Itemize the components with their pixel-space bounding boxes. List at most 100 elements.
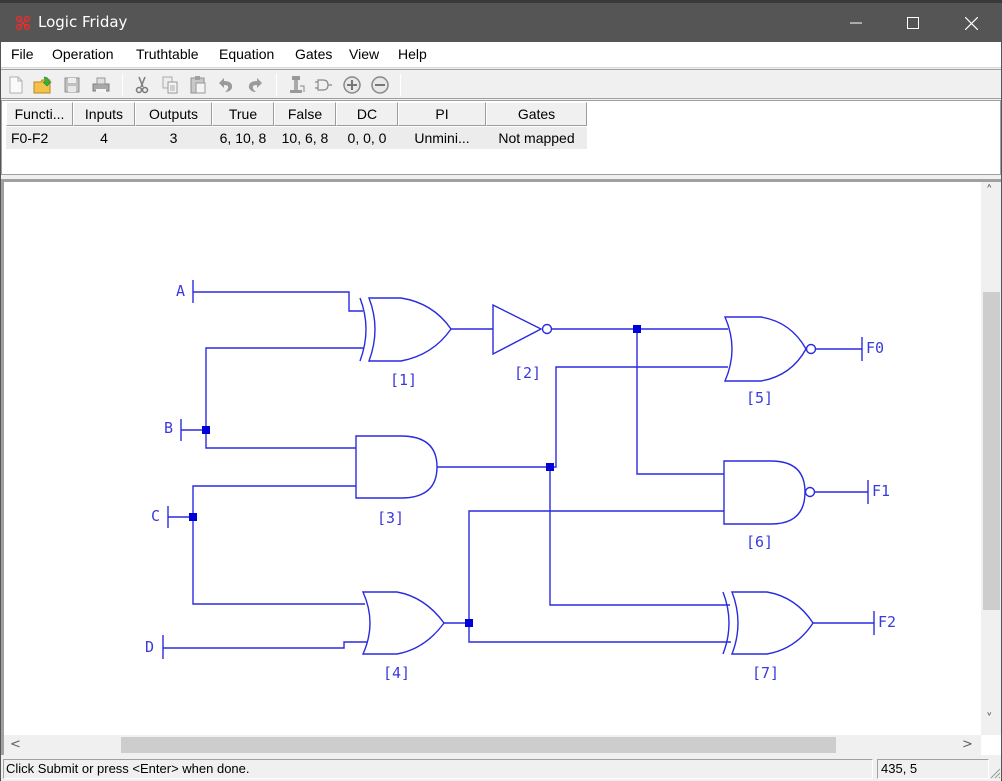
scroll-right-arrow-icon[interactable]: > [962, 737, 973, 752]
gate-7-xor[interactable] [730, 591, 814, 655]
gate-4-or[interactable] [361, 591, 445, 655]
gate-3-and[interactable] [355, 435, 438, 499]
gate-label-6: [6] [746, 533, 773, 551]
cell-dc: 0, 0, 0 [336, 127, 398, 149]
wire-g3-to-gate7 [549, 467, 730, 606]
cell-false: 10, 6, 8 [274, 127, 336, 149]
menu-file[interactable]: File [11, 46, 34, 62]
circuit-canvas[interactable]: A B C D F0 F1 F2 [1] [2] [3] [4] [5] [6]… [1, 179, 1001, 755]
column-header-function[interactable]: Functi... [6, 102, 73, 126]
redo-icon[interactable] [244, 74, 266, 96]
wire-d [163, 641, 367, 649]
gate-7-xor-arc [722, 591, 730, 655]
column-header-false[interactable]: False [274, 102, 336, 126]
undo-icon[interactable] [215, 74, 237, 96]
window-title: Logic Friday [38, 13, 128, 31]
cell-outputs: 3 [135, 127, 212, 149]
wire-g2-to-gate6 [636, 329, 724, 475]
output-label-f0: F0 [866, 339, 884, 357]
toolbar [1, 69, 1001, 99]
logic-friday-app-icon [15, 15, 31, 31]
junction-b [202, 426, 210, 434]
junction-g4 [465, 619, 473, 627]
input-label-c: C [151, 507, 160, 525]
minimize-icon [850, 22, 862, 24]
gate-2-bubble [541, 323, 553, 335]
gate-label-1: [1] [390, 371, 417, 389]
gate-label-7: [7] [752, 664, 779, 682]
input-label-b: B [164, 419, 173, 437]
cell-function: F0-F2 [6, 127, 73, 149]
input-label-d: D [145, 638, 154, 656]
vertical-scroll-thumb[interactable] [983, 292, 1000, 610]
gate-6-nand[interactable] [723, 460, 806, 525]
horizontal-scroll-thumb[interactable] [121, 737, 836, 753]
functions-table: Functi... Inputs Outputs True False DC P… [1, 100, 1001, 175]
paste-icon[interactable] [187, 74, 209, 96]
menu-equation[interactable]: Equation [219, 46, 274, 62]
maximize-button[interactable] [884, 4, 942, 42]
input-label-a: A [176, 282, 185, 300]
menu-operation[interactable]: Operation [52, 46, 113, 62]
close-icon [964, 16, 978, 30]
gate-6-bubble [804, 486, 816, 498]
app-window: Logic Friday File Operation Truthtable E… [0, 3, 1002, 781]
cell-true: 6, 10, 8 [212, 127, 274, 149]
print-icon[interactable] [90, 74, 112, 96]
menu-gates[interactable]: Gates [295, 46, 332, 62]
gate-label-2: [2] [514, 364, 541, 382]
resize-grip-icon[interactable] [989, 767, 1001, 779]
status-message: Click Submit or press <Enter> when done. [3, 759, 873, 779]
column-header-true[interactable]: True [212, 102, 274, 126]
menu-truthtable[interactable]: Truthtable [136, 46, 199, 62]
wire-b-to-gate1 [205, 347, 364, 430]
gate-5-bubble [805, 343, 817, 355]
menu-view[interactable]: View [349, 46, 379, 62]
menu-help[interactable]: Help [398, 46, 427, 62]
maximize-icon [907, 17, 919, 29]
cell-gates: Not mapped [486, 127, 587, 149]
wire-b-to-gate3 [205, 430, 356, 449]
column-header-inputs[interactable]: Inputs [73, 102, 135, 126]
scroll-down-arrow-icon[interactable]: ˅ [986, 712, 993, 727]
column-header-gates[interactable]: Gates [486, 102, 587, 126]
wire-c-to-gate4 [192, 517, 365, 605]
wire-g4-to-gate7 [468, 623, 731, 643]
gate-2-not[interactable] [492, 303, 543, 356]
status-bar: Click Submit or press <Enter> when done.… [1, 757, 1001, 781]
zoom-in-icon[interactable] [341, 74, 363, 96]
scroll-left-arrow-icon[interactable]: < [10, 737, 21, 752]
menu-bar: File Operation Truthtable Equation Gates… [1, 42, 1001, 68]
wire-a [193, 291, 363, 312]
gate-1-xor[interactable] [367, 297, 452, 362]
minimize-tool-icon[interactable] [285, 74, 307, 96]
cursor-coordinates: 435, 5 [877, 759, 989, 779]
vertical-scrollbar[interactable]: ˄ ˅ [981, 182, 1001, 735]
close-button[interactable] [942, 4, 1000, 42]
column-header-pi[interactable]: PI [398, 102, 486, 126]
junction-c [189, 513, 197, 521]
cut-icon[interactable] [131, 74, 153, 96]
column-header-dc[interactable]: DC [336, 102, 398, 126]
toolbar-separator [122, 74, 123, 96]
title-bar: Logic Friday [1, 4, 1001, 42]
toolbar-separator [276, 74, 277, 96]
copy-icon[interactable] [159, 74, 181, 96]
new-file-icon[interactable] [5, 74, 27, 96]
cell-inputs: 4 [73, 127, 135, 149]
gate-icon[interactable] [312, 74, 334, 96]
wire-g3-to-gate5 [437, 366, 728, 468]
output-label-f2: F2 [878, 613, 896, 631]
open-folder-icon[interactable] [32, 74, 54, 96]
save-icon[interactable] [61, 74, 83, 96]
wire-g4-to-gate6 [468, 510, 724, 623]
minimize-button[interactable] [827, 4, 885, 42]
scroll-up-arrow-icon[interactable]: ˄ [986, 184, 993, 199]
gate-5-nor[interactable] [723, 316, 807, 382]
gate-1-xor-arc [359, 297, 367, 362]
zoom-out-icon[interactable] [369, 74, 391, 96]
wire-c-to-gate3 [192, 485, 356, 517]
horizontal-scrollbar[interactable]: < > [4, 735, 981, 755]
column-header-outputs[interactable]: Outputs [135, 102, 212, 126]
junction-g3 [546, 463, 554, 471]
